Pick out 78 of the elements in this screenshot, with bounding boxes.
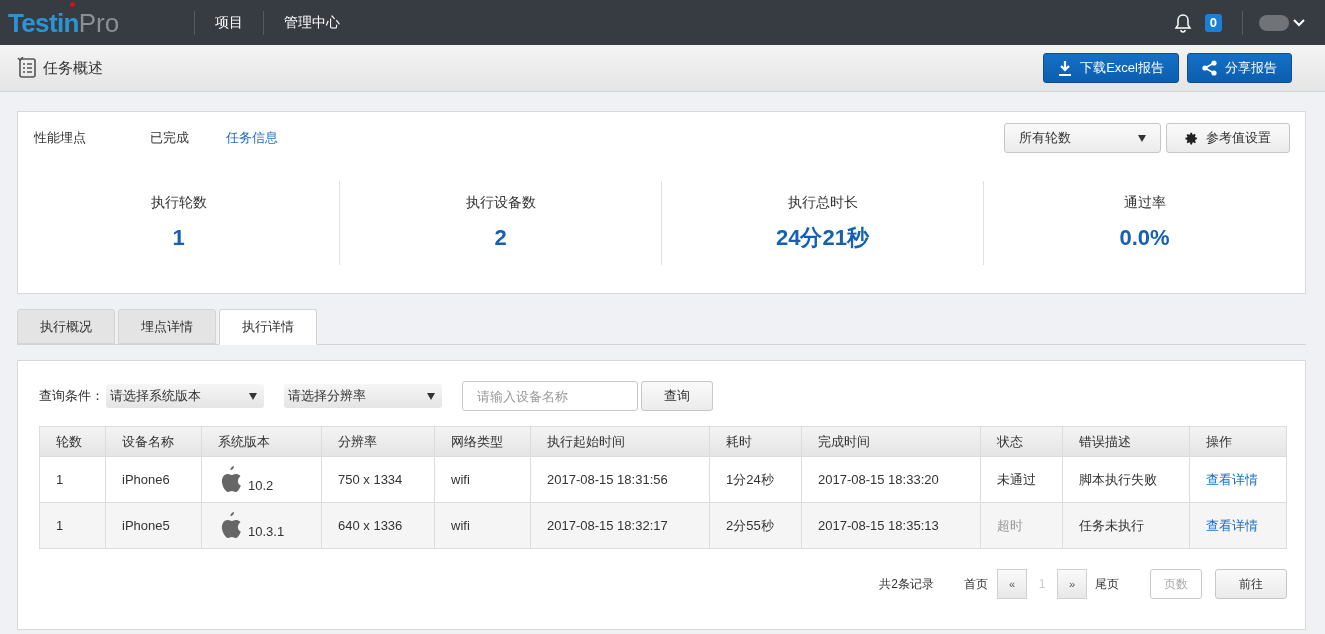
dropdown-caret-icon	[427, 392, 435, 400]
filter-label: 查询条件：	[39, 387, 104, 406]
tab[interactable]: 埋点详情	[118, 309, 216, 344]
gear-icon	[1185, 131, 1198, 145]
stat-value: 2	[494, 223, 507, 252]
tab[interactable]: 执行详情	[219, 309, 317, 345]
dropdown-caret-icon	[1138, 134, 1146, 142]
table-cell: 任务未执行	[1062, 502, 1190, 549]
table-cell: 2017-08-15 18:31:56	[530, 456, 710, 503]
device-name-field[interactable]: 请输入设备名称	[462, 381, 638, 411]
bell-icon[interactable]	[1173, 12, 1192, 33]
column-header: 网络类型	[434, 426, 531, 457]
query-button[interactable]: 查询	[641, 381, 713, 411]
last-page-link[interactable]: 尾页	[1095, 575, 1119, 593]
round-select[interactable]: 所有轮数	[1004, 123, 1161, 153]
stat-label: 执行总时长	[787, 192, 858, 212]
table-cell: wifi	[434, 456, 531, 503]
logo-brand: Testin	[8, 9, 79, 36]
nav-link[interactable]: 管理中心	[264, 12, 360, 33]
column-header: 错误描述	[1062, 426, 1190, 457]
dropdown-caret-icon	[249, 392, 257, 400]
stat-value: 1	[172, 223, 185, 252]
nav-link[interactable]: 项目	[195, 12, 263, 33]
status-cell: 超时	[980, 502, 1063, 549]
table-cell: 1	[39, 456, 106, 503]
table-cell: 2分55秒	[709, 502, 802, 549]
chevron-down-icon[interactable]	[1293, 18, 1305, 27]
table-cell: 2017-08-15 18:33:20	[801, 456, 981, 503]
tab[interactable]: 执行概况	[17, 309, 115, 344]
table-cell: 750 x 1334	[321, 456, 435, 503]
os-version: 10.3.1	[248, 523, 285, 541]
status-cell: 未通过	[980, 456, 1063, 503]
checklist-icon	[17, 57, 37, 79]
stat-label: 通过率	[1123, 192, 1166, 212]
column-header: 设备名称	[105, 426, 202, 457]
column-header: 耗时	[709, 426, 802, 457]
previous-page-button[interactable]: «	[997, 569, 1027, 599]
first-page-link[interactable]: 首页	[964, 575, 988, 593]
notification-badge[interactable]: 0	[1204, 13, 1222, 32]
resolution-select[interactable]: 请选择分辨率	[284, 384, 442, 408]
column-header: 系统版本	[201, 426, 322, 457]
share-icon	[1202, 60, 1217, 76]
stat-value: 24分21秒	[776, 223, 869, 252]
view-details-link[interactable]: 查看详情	[1206, 517, 1258, 533]
share-button[interactable]: 分享报告	[1187, 53, 1292, 83]
download-button[interactable]: 下载Excel报告	[1043, 53, 1179, 83]
page-title: 任务概述	[43, 57, 103, 78]
table-cell: iPhone5	[105, 502, 202, 549]
record-count: 共2条记录	[879, 576, 934, 593]
table-cell: 2017-08-15 18:35:13	[801, 502, 981, 549]
column-header: 轮数	[39, 426, 106, 457]
column-header: 分辨率	[321, 426, 435, 457]
go-button[interactable]: 前往	[1215, 569, 1287, 599]
column-header: 执行起始时间	[530, 426, 710, 457]
logo-suffix: Pro	[78, 9, 120, 36]
os-version: 10.2	[248, 477, 274, 495]
settings-button[interactable]: 参考值设置	[1166, 123, 1290, 153]
stat-label: 执行轮数	[150, 192, 207, 212]
table-cell: 2017-08-15 18:32:17	[530, 502, 710, 549]
column-header: 状态	[980, 426, 1063, 457]
table-cell: iPhone6	[105, 456, 202, 503]
view-details-link[interactable]: 查看详情	[1206, 471, 1258, 487]
task-info-link[interactable]: 任务信息	[226, 128, 278, 148]
page-number-field[interactable]: 页数	[1150, 569, 1202, 599]
column-header: 完成时间	[801, 426, 981, 457]
download-icon	[1058, 60, 1073, 76]
table-cell: 脚本执行失败	[1062, 456, 1190, 503]
task-status: 已完成	[150, 129, 190, 148]
stat-label: 执行设备数	[465, 192, 536, 212]
stat-value: 0.0%	[1119, 223, 1170, 252]
column-header: 操作	[1189, 426, 1287, 457]
next-page-button[interactable]: »	[1057, 569, 1087, 599]
table-cell: 640 x 1336	[321, 502, 435, 549]
table-cell: wifi	[434, 502, 531, 549]
table-cell: 1分24秒	[709, 456, 802, 503]
os-version-select[interactable]: 请选择系统版本	[106, 384, 264, 408]
task-type: 性能埋点	[34, 129, 87, 148]
table-cell: 1	[39, 502, 106, 549]
